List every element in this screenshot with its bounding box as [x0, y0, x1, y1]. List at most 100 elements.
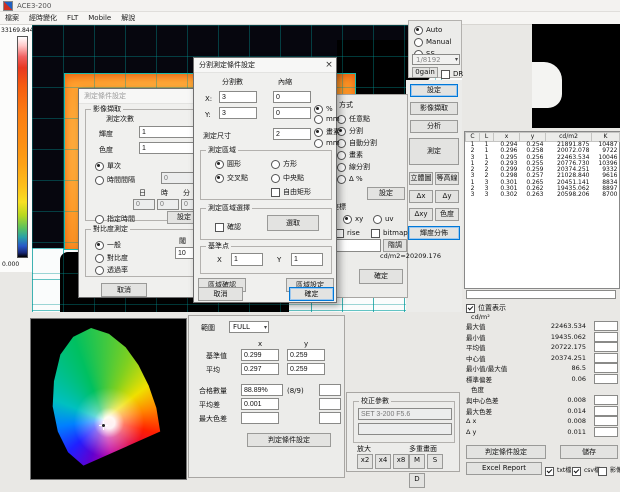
base-x-field[interactable] [231, 253, 263, 266]
method-set-button[interactable]: 設定 [367, 187, 405, 200]
save-button[interactable]: 儲存 [560, 445, 618, 459]
image-file-checkbox[interactable]: 影像檔 [598, 465, 620, 477]
multi-screen-button[interactable]: S [427, 454, 443, 469]
rise-checkbox[interactable]: rise [335, 227, 360, 239]
gain-button[interactable]: 0gain [412, 67, 438, 78]
dialog-title-bar[interactable]: 分割測定條件設定 × [194, 58, 336, 73]
gradation-button[interactable]: 階調 [383, 239, 407, 252]
max-color-diff-field[interactable] [241, 412, 279, 424]
menu-item[interactable]: FLT [67, 14, 78, 22]
avg-diff-field[interactable] [241, 398, 279, 410]
method-option[interactable]: 線分割 [337, 161, 377, 173]
zoom-button[interactable]: x2 [357, 454, 373, 469]
contour-button[interactable]: 等高線 [435, 172, 459, 185]
measure-button[interactable]: 測定 [409, 138, 459, 165]
csv-file-checkbox[interactable]: csv檔 [572, 465, 600, 477]
free-rect-checkbox[interactable]: 自由矩形 [271, 186, 311, 198]
average-y-field[interactable] [287, 363, 325, 375]
txt-file-checkbox[interactable]: txt檔 [545, 465, 571, 477]
menu-item[interactable]: 解說 [121, 13, 135, 23]
reference-x-field[interactable] [241, 349, 279, 361]
luminance-count-field[interactable] [139, 126, 197, 138]
y-division-field[interactable] [219, 107, 257, 119]
table-row[interactable]: 330.3020.26320598.2068700 [466, 192, 620, 198]
judge-condition-button[interactable]: 判定條件設定 [466, 445, 546, 459]
bitmap-checkbox[interactable]: bitmap [371, 227, 408, 239]
chroma-count-field[interactable] [139, 142, 197, 154]
center-point-radio[interactable]: 中央點 [271, 172, 304, 184]
luminance-distribution-button[interactable]: 輝度分佈 [408, 226, 460, 240]
gradation-field[interactable] [335, 239, 381, 252]
readout-field[interactable] [466, 290, 616, 299]
contrast-radio[interactable]: 對比度 [95, 252, 128, 264]
excel-report-button[interactable]: Excel Report [466, 462, 542, 475]
specified-time-radio[interactable]: 指定時間 [95, 213, 135, 225]
cancel-button[interactable]: 取消 [101, 283, 147, 297]
single-shot-radio[interactable]: 單次 [95, 160, 121, 172]
interval-value-field[interactable] [161, 172, 197, 184]
cross-point-radio[interactable]: 交叉點 [215, 172, 248, 184]
coord-uv-radio[interactable]: uv [373, 213, 394, 225]
day-field[interactable] [133, 199, 155, 210]
settings-button[interactable]: 設定 [410, 84, 458, 97]
camera-mode-option[interactable]: Manual [414, 36, 451, 48]
calibration-value2-field[interactable] [358, 423, 452, 435]
confirm-checkbox[interactable]: 確認 [215, 221, 241, 233]
ok-button[interactable]: 確定 [289, 287, 334, 301]
range-combo[interactable]: FULL ▾ [229, 321, 269, 333]
method-ok-button[interactable]: 確定 [359, 269, 403, 284]
hour-field[interactable] [157, 199, 179, 210]
reference-y-field[interactable] [287, 349, 325, 361]
multi-screen-button[interactable]: D [409, 473, 425, 488]
delta-x-button[interactable]: Δx [409, 190, 433, 203]
image-capture-button[interactable]: 影像擷取 [410, 102, 458, 115]
shutter-speed-combo[interactable]: 1/8192 ▾ [412, 54, 460, 65]
dr-checkbox[interactable]: DR [441, 68, 463, 80]
cie-diagram [30, 318, 187, 480]
solid-view-button[interactable]: 立體圖 [409, 172, 433, 185]
menu-item[interactable]: 經時變化 [29, 13, 57, 23]
method-option[interactable]: 任意點 [337, 113, 377, 125]
method-option[interactable]: 自動分割 [337, 137, 377, 149]
x-inset-field[interactable] [273, 91, 311, 103]
measure-size-field[interactable] [273, 128, 311, 140]
luminance-label: 輝度 [99, 130, 113, 139]
close-icon[interactable]: × [322, 59, 336, 72]
zoom-button[interactable]: x8 [393, 454, 409, 469]
camera-mode-option[interactable]: Auto [414, 24, 451, 36]
judge-condition-button[interactable]: 判定條件設定 [247, 433, 331, 447]
inset-mm-radio[interactable]: mm [314, 113, 340, 125]
calibration-value-field[interactable] [358, 408, 452, 420]
normal-radio[interactable]: 一般 [95, 239, 121, 251]
multi-screen-button[interactable]: M [409, 454, 425, 469]
analyze-button[interactable]: 分析 [410, 120, 458, 133]
circle-radio[interactable]: 圓形 [215, 158, 241, 170]
delta-y-button[interactable]: Δy [435, 190, 459, 203]
menu-item[interactable]: Mobile [88, 14, 111, 22]
dr-checkbox-box[interactable] [441, 70, 450, 79]
reference-label: 基準值 [206, 352, 227, 361]
interval-radio[interactable]: 時間間隔 [95, 174, 135, 186]
method-option[interactable]: 分割 [337, 125, 377, 137]
transmittance-radio[interactable]: 透過率 [95, 264, 128, 276]
x-division-field[interactable] [219, 91, 257, 103]
base-y-field[interactable] [291, 253, 323, 266]
method-options: 任意點分割自動分割畫素線分割Δ % [337, 113, 377, 185]
base-y-label: Y [277, 256, 281, 265]
method-option[interactable]: 畫素 [337, 149, 377, 161]
pick-button[interactable]: 選取 [267, 215, 319, 231]
pass-rate-field[interactable] [241, 384, 283, 396]
square-radio[interactable]: 方形 [271, 158, 297, 170]
chroma-button[interactable]: 色度 [435, 208, 459, 221]
zoom-button[interactable]: x4 [375, 454, 391, 469]
menu-item[interactable]: 檔案 [5, 13, 19, 23]
y-inset-field[interactable] [273, 107, 311, 119]
delta-xy-button[interactable]: Δxy [409, 208, 433, 221]
cancel-button[interactable]: 取消 [198, 287, 243, 301]
method-option[interactable]: Δ % [337, 173, 377, 185]
size-mm-radio[interactable]: mm [314, 137, 340, 149]
window-title: ACE3-200 [17, 2, 51, 10]
dialog-title-bar[interactable]: 測定條件設定 [79, 89, 207, 104]
coord-xy-radio[interactable]: xy [343, 213, 363, 225]
average-x-field[interactable] [241, 363, 279, 375]
